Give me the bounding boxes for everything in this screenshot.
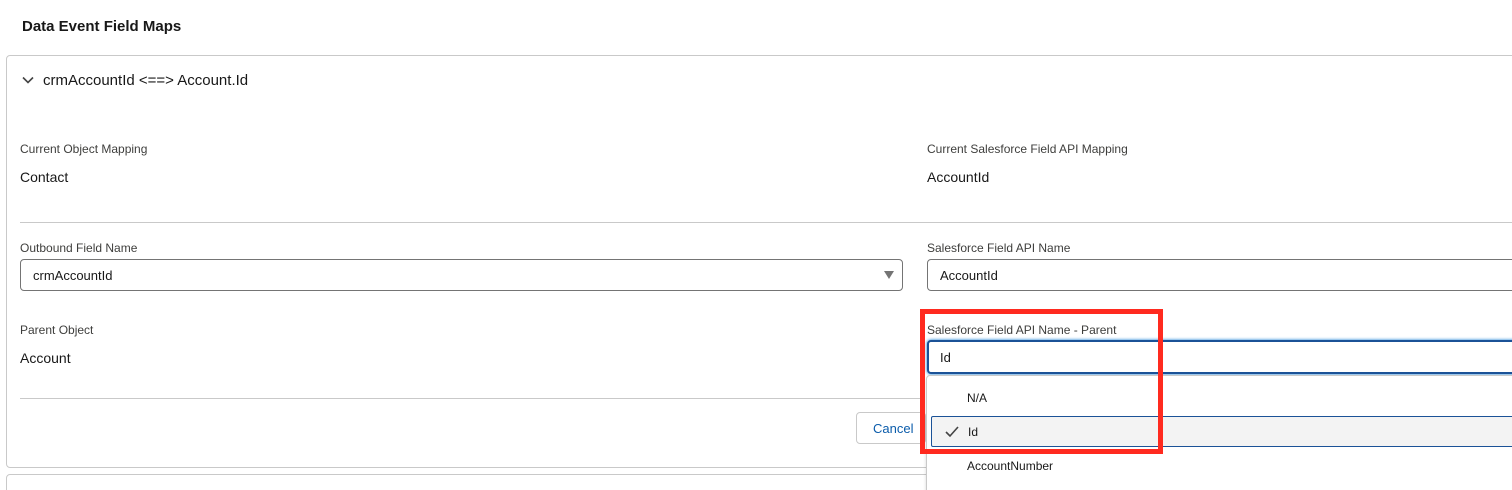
dropdown-option-id[interactable]: Id [931, 416, 1512, 447]
current-object-value: Contact [20, 169, 69, 185]
sf-field-value: AccountId [940, 267, 998, 283]
section-title: crmAccountId <==> Account.Id [43, 71, 249, 89]
sf-parent-label: Salesforce Field API Name - Parent [927, 323, 1117, 337]
chevron-down-icon [22, 76, 34, 84]
check-icon [945, 426, 959, 438]
sf-parent-input[interactable]: Id [927, 340, 1512, 374]
current-field-value: AccountId [927, 169, 990, 185]
parent-object-value: Account [20, 350, 71, 366]
option-label: AccountNumber [967, 458, 1054, 473]
dropdown-option-na[interactable]: N/A [931, 382, 1512, 413]
sf-field-label: Salesforce Field API Name [927, 241, 1071, 255]
current-object-label: Current Object Mapping [20, 142, 148, 156]
sf-parent-value: Id [940, 349, 951, 365]
current-field-label: Current Salesforce Field API Mapping [927, 142, 1128, 156]
option-label: Id [968, 424, 979, 439]
option-label: N/A [967, 390, 988, 405]
section-header[interactable]: crmAccountId <==> Account.Id [21, 69, 248, 91]
parent-field-dropdown: N/A Id AccountNumber [926, 375, 1512, 490]
outbound-field-label: Outbound Field Name [20, 241, 138, 255]
caret-down-icon [884, 271, 894, 279]
page-title: Data Event Field Maps [22, 18, 182, 35]
divider [20, 222, 1512, 223]
outbound-field-select[interactable]: crmAccountId [20, 259, 903, 291]
divider [20, 398, 920, 399]
dropdown-option-accountnumber[interactable]: AccountNumber [931, 450, 1512, 481]
sf-field-input[interactable]: AccountId [927, 259, 1512, 291]
cancel-button[interactable]: Cancel [856, 412, 926, 444]
parent-object-label: Parent Object [20, 323, 94, 337]
outbound-field-value: crmAccountId [33, 267, 113, 283]
